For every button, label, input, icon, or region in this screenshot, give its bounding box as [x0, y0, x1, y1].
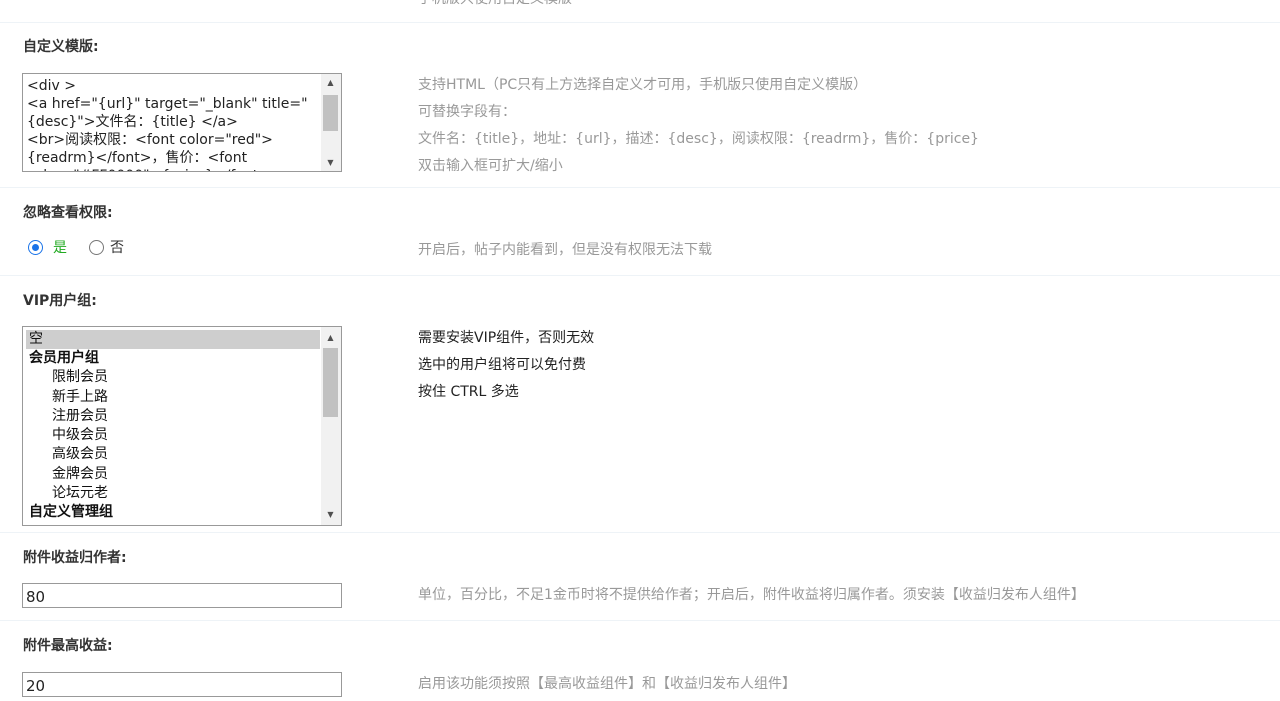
listbox-option[interactable]: 金牌会员 [26, 465, 320, 484]
scroll-down-icon[interactable]: ▼ [321, 506, 340, 523]
custom-template-tip-1: 支持HTML（PC只有上方选择自定义才可用，手机版只使用自定义模版） [418, 77, 868, 93]
max-income-input[interactable] [22, 672, 342, 697]
divider [0, 275, 1280, 276]
listbox-scrollbar[interactable]: ▲ ▼ [321, 327, 341, 525]
author-share-tip: 单位，百分比，不足1金币时将不提供给作者；开启后，附件收益将归属作者。须安装【收… [418, 587, 1085, 603]
radio-no-label[interactable]: 否 [110, 237, 124, 257]
radio-yes-label[interactable]: 是 [53, 237, 67, 257]
author-share-label: 附件收益归作者: [23, 550, 127, 566]
radio-no[interactable] [89, 239, 104, 255]
vip-groups-tip-1: 需要安装VIP组件，否则无效 [418, 330, 595, 346]
vip-groups-listbox[interactable]: 空 会员用户组 限制会员 新手上路 注册会员 中级会员 高级会员 金牌会员 论坛… [22, 326, 342, 526]
custom-template-scrollbar[interactable]: ▲ ▼ [321, 74, 341, 171]
scroll-up-icon[interactable]: ▲ [321, 74, 340, 91]
custom-template-tip-3: 文件名：{title}，地址：{url}，描述：{desc}，阅读权限：{rea… [418, 131, 979, 147]
divider [0, 187, 1280, 188]
scroll-up-icon[interactable]: ▲ [321, 329, 340, 346]
listbox-option[interactable]: 论坛元老 [26, 484, 320, 503]
vip-groups-label: VIP用户组: [23, 293, 97, 309]
listbox-option[interactable]: 限制会员 [26, 368, 320, 387]
vip-groups-tip-2: 选中的用户组将可以免付费 [418, 357, 586, 373]
scroll-down-icon[interactable]: ▼ [321, 154, 340, 171]
custom-template-label: 自定义模版: [23, 39, 99, 55]
author-share-input[interactable] [22, 583, 342, 608]
listbox-option[interactable]: 注册会员 [26, 407, 320, 426]
listbox-option[interactable]: 高级会员 [26, 445, 320, 464]
radio-yes[interactable] [28, 239, 43, 255]
divider [0, 532, 1280, 533]
ignore-permission-radio-group: 是 否 [28, 237, 146, 257]
divider [0, 22, 1280, 23]
vip-groups-tip-3: 按住 CTRL 多选 [418, 384, 519, 400]
max-income-tip: 启用该功能须按照【最高收益组件】和【收益归发布人组件】 [418, 676, 796, 692]
scroll-thumb[interactable] [323, 348, 338, 417]
custom-template-textarea[interactable] [22, 73, 342, 172]
listbox-option[interactable]: 新手上路 [26, 388, 320, 407]
listbox-option[interactable]: 空 [26, 330, 320, 350]
listbox-group: 会员用户组 [29, 350, 99, 366]
listbox-group: 自定义管理组 [29, 504, 113, 520]
ignore-permission-label: 忽略查看权限: [23, 205, 113, 221]
custom-template-tip-2: 可替换字段有： [418, 104, 516, 120]
scroll-thumb[interactable] [323, 95, 338, 131]
ignore-permission-tip: 开启后，帖子内能看到，但是没有权限无法下载 [418, 242, 712, 258]
listbox-option[interactable]: 中级会员 [26, 426, 320, 445]
max-income-label: 附件最高收益: [23, 638, 113, 654]
custom-template-tip-4: 双击输入框可扩大/缩小 [418, 158, 563, 174]
top-partial-tip: 手机版只使用自定义模版 [418, 0, 572, 13]
divider [0, 620, 1280, 621]
